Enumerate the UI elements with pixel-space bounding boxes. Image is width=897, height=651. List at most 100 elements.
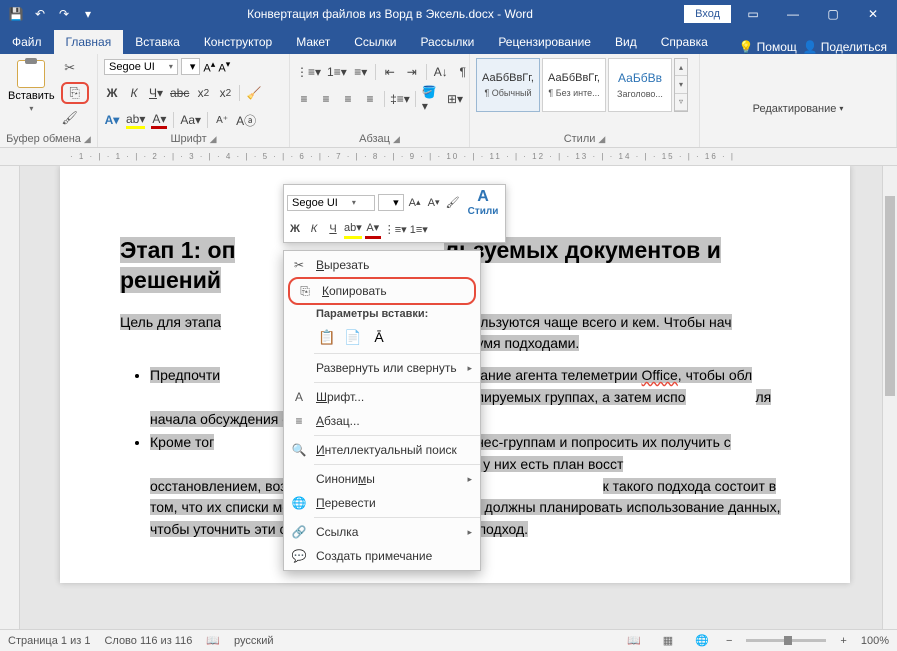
strike-icon[interactable]: abc xyxy=(170,84,189,102)
style-nospacing[interactable]: АаБбВвГг, ¶ Без инте... xyxy=(542,58,606,112)
context-expand[interactable]: Развернуть или свернуть ▸ xyxy=(284,356,480,380)
styles-scroll[interactable]: ▴▾▿ xyxy=(674,58,688,112)
view-print-icon[interactable]: ▦ xyxy=(658,633,678,649)
horizontal-ruler[interactable]: · 1 · | · 1 · | · 2 · | · 3 · | · 4 · | … xyxy=(0,148,897,166)
tab-mailings[interactable]: Рассылки xyxy=(408,30,486,54)
status-words[interactable]: Слово 116 из 116 xyxy=(104,635,192,647)
paste-text-only-icon[interactable]: Ā xyxy=(368,326,390,348)
tab-review[interactable]: Рецензирование xyxy=(486,30,603,54)
zoom-in-icon[interactable]: + xyxy=(840,635,846,647)
ribbon-options-icon[interactable]: ▭ xyxy=(735,3,771,25)
font-name-combo[interactable]: Segoe UI▾ xyxy=(104,59,178,75)
mini-font-combo[interactable]: Segoe UI▾ xyxy=(287,195,375,211)
login-button[interactable]: Вход xyxy=(684,5,731,23)
paste-keep-format-icon[interactable]: 📋 xyxy=(316,326,338,348)
tab-design[interactable]: Конструктор xyxy=(192,30,284,54)
cut-icon[interactable]: ✂ xyxy=(61,60,79,76)
tab-help[interactable]: Справка xyxy=(649,30,720,54)
vertical-scrollbar[interactable] xyxy=(882,166,897,629)
superscript-icon[interactable]: x2 xyxy=(217,84,233,102)
status-proofing-icon[interactable]: 📖 xyxy=(206,634,220,647)
italic-icon[interactable]: К xyxy=(126,84,142,102)
mini-numbering-icon[interactable]: 1≡▾ xyxy=(410,219,428,239)
save-icon[interactable]: 💾 xyxy=(8,6,24,22)
tab-view[interactable]: Вид xyxy=(603,30,649,54)
mini-styles-button[interactable]: AСтили xyxy=(464,188,503,217)
maximize-icon[interactable]: ▢ xyxy=(815,3,851,25)
mini-shrink-icon[interactable]: A▾ xyxy=(426,193,442,213)
font-size-combo[interactable]: ▾ xyxy=(181,58,201,75)
context-translate[interactable]: 🌐 Перевести xyxy=(284,491,480,515)
phonetic-icon[interactable]: Aⓐ xyxy=(236,111,256,129)
vertical-ruler[interactable] xyxy=(0,166,20,629)
format-painter-icon[interactable]: 🖌 xyxy=(61,110,79,126)
align-center-icon[interactable]: ≡ xyxy=(318,90,334,108)
minimize-icon[interactable]: — xyxy=(775,3,811,25)
increase-indent-icon[interactable]: ⇥ xyxy=(404,63,420,81)
style-heading1[interactable]: АаБбВв Заголово... xyxy=(608,58,672,112)
status-page[interactable]: Страница 1 из 1 xyxy=(8,635,90,647)
highlight-icon[interactable]: ab▾ xyxy=(126,111,145,129)
context-cut[interactable]: ✂ Вырезать xyxy=(284,253,480,277)
share-button[interactable]: 👤 Поделиться xyxy=(803,40,887,54)
tab-insert[interactable]: Вставка xyxy=(123,30,192,54)
tab-layout[interactable]: Макет xyxy=(284,30,342,54)
subscript-icon[interactable]: x2 xyxy=(195,84,211,102)
mini-bold-icon[interactable]: Ж xyxy=(287,219,303,239)
bold-icon[interactable]: Ж xyxy=(104,84,120,102)
style-normal[interactable]: АаБбВвГг, ¶ Обычный xyxy=(476,58,540,112)
show-marks-icon[interactable]: ¶ xyxy=(455,63,471,81)
close-icon[interactable]: ✕ xyxy=(855,3,891,25)
zoom-slider[interactable] xyxy=(746,639,826,642)
tellme-button[interactable]: 💡 Помощ xyxy=(739,40,797,54)
sort-icon[interactable]: A↓ xyxy=(433,63,449,81)
multilevel-icon[interactable]: ≡▾ xyxy=(353,63,369,81)
line-spacing-icon[interactable]: ‡≡▾ xyxy=(391,90,409,108)
status-language[interactable]: русский xyxy=(234,635,273,647)
change-case-icon[interactable]: Aa▾ xyxy=(180,111,201,129)
context-copy[interactable]: ⎘ Копировать xyxy=(290,279,474,303)
charmap-icon[interactable]: A⁺ xyxy=(214,111,230,129)
redo-icon[interactable]: ↷ xyxy=(56,6,72,22)
context-link[interactable]: 🔗 Ссылка ▸ xyxy=(284,520,480,544)
tab-references[interactable]: Ссылки xyxy=(342,30,408,54)
shading-icon[interactable]: 🪣▾ xyxy=(422,90,441,108)
grow-font-icon[interactable]: A▴ xyxy=(203,59,215,75)
tab-home[interactable]: Главная xyxy=(54,30,124,54)
shrink-font-icon[interactable]: A▾ xyxy=(218,59,230,75)
mini-format-painter-icon[interactable]: 🖌 xyxy=(445,193,461,213)
qat-more-icon[interactable]: ▾ xyxy=(80,6,96,22)
view-web-icon[interactable]: 🌐 xyxy=(692,633,712,649)
align-left-icon[interactable]: ≡ xyxy=(296,90,312,108)
borders-icon[interactable]: ⊞▾ xyxy=(447,90,463,108)
mini-grow-icon[interactable]: A▴ xyxy=(407,193,423,213)
paste-button[interactable]: Вставить ▾ xyxy=(6,58,57,115)
context-synonyms[interactable]: Синонимы ▸ xyxy=(284,467,480,491)
view-read-icon[interactable]: 📖 xyxy=(624,633,644,649)
numbering-icon[interactable]: 1≡▾ xyxy=(327,63,347,81)
mini-underline-icon[interactable]: Ч xyxy=(325,219,341,239)
copy-icon[interactable]: ⎘ xyxy=(66,85,84,101)
bullets-icon[interactable]: ⋮≡▾ xyxy=(296,63,321,81)
mini-bullets-icon[interactable]: ⋮≡▾ xyxy=(384,219,407,239)
paste-merge-icon[interactable]: 📄 xyxy=(342,326,364,348)
styles-gallery[interactable]: АаБбВвГг, ¶ Обычный АаБбВвГг, ¶ Без инте… xyxy=(476,58,688,112)
undo-icon[interactable]: ↶ xyxy=(32,6,48,22)
mini-highlight-icon[interactable]: ab▾ xyxy=(344,219,362,239)
text-effects-icon[interactable]: A▾ xyxy=(104,111,120,129)
clear-format-icon[interactable]: 🧹 xyxy=(246,84,262,102)
tab-file[interactable]: Файл xyxy=(0,30,54,54)
zoom-out-icon[interactable]: − xyxy=(726,635,732,647)
context-comment[interactable]: 💬 Создать примечание xyxy=(284,544,480,568)
justify-icon[interactable]: ≡ xyxy=(362,90,378,108)
zoom-level[interactable]: 100% xyxy=(861,635,889,647)
mini-italic-icon[interactable]: К xyxy=(306,219,322,239)
context-smart-lookup[interactable]: 🔍 Интеллектуальный поиск xyxy=(284,438,480,462)
font-color-icon[interactable]: A▾ xyxy=(151,111,167,129)
underline-icon[interactable]: Ч▾ xyxy=(148,84,164,102)
context-font[interactable]: A Шрифт... xyxy=(284,385,480,409)
editing-button[interactable]: Редактирование ▾ xyxy=(753,103,844,115)
decrease-indent-icon[interactable]: ⇤ xyxy=(382,63,398,81)
context-paragraph[interactable]: ≡ Абзац... xyxy=(284,409,480,433)
mini-font-color-icon[interactable]: A▾ xyxy=(365,219,381,239)
